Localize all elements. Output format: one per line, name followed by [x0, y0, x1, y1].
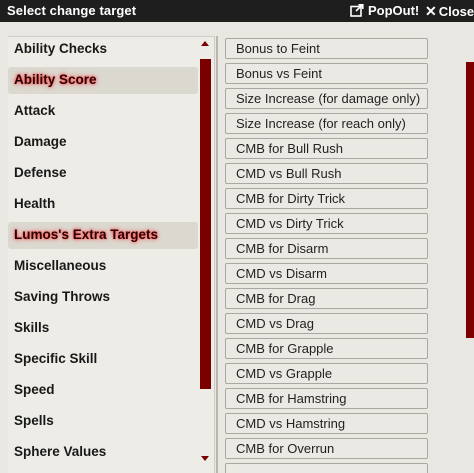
category-item[interactable]: Defense — [8, 160, 198, 187]
dialog-header: Select change target PopOut! ✕ Close — [0, 0, 474, 22]
target-option-button[interactable]: CMB for Hamstring — [225, 388, 428, 409]
dialog-title: Select change target — [7, 3, 137, 18]
category-scroll-up-icon[interactable] — [201, 41, 209, 46]
category-item[interactable]: Spells — [8, 408, 198, 435]
category-item-label: Miscellaneous — [14, 258, 107, 273]
target-option-button[interactable]: CMD vs Drag — [225, 313, 428, 334]
target-option-button[interactable]: CMD vs Bull Rush — [225, 163, 428, 184]
dialog-body: Ability Checks Ability Score Attack Damage D… — [0, 22, 474, 473]
popout-icon — [350, 4, 364, 17]
target-option-label: CMB for Disarm — [236, 241, 329, 256]
category-item[interactable]: Lumos's Extra Targets — [8, 222, 198, 249]
target-option-button[interactable] — [225, 463, 428, 473]
category-item[interactable]: Sphere Values — [8, 439, 198, 466]
select-change-target-dialog: Select change target PopOut! ✕ Close Abil… — [0, 0, 474, 473]
popout-label: PopOut! — [368, 3, 420, 18]
target-list: Bonus to Feint Bonus vs Feint Size Increas… — [225, 38, 459, 473]
target-option-button[interactable]: Bonus to Feint — [225, 38, 428, 59]
category-item[interactable]: Ability Checks — [8, 36, 198, 63]
target-option-label: CMB for Hamstring — [236, 391, 347, 406]
category-item-label: Skills — [14, 320, 50, 335]
target-option-label: Bonus vs Feint — [236, 66, 322, 81]
target-option-button[interactable]: Size Increase (for reach only) — [225, 113, 428, 134]
target-option-button[interactable]: Bonus vs Feint — [225, 63, 428, 84]
category-item[interactable]: Damage — [8, 129, 198, 156]
target-option-label: CMD vs Grapple — [236, 366, 333, 381]
category-item-label: Damage — [14, 134, 67, 149]
target-option-button[interactable]: CMB for Disarm — [225, 238, 428, 259]
category-item-label: Attack — [14, 103, 56, 118]
target-option-button[interactable]: CMD vs Disarm — [225, 263, 428, 284]
target-option-label: CMD vs Hamstring — [236, 416, 346, 431]
category-item-label: Ability Checks — [14, 41, 108, 56]
target-option-label: Size Increase (for damage only) — [236, 91, 421, 106]
target-option-button[interactable]: CMB for Grapple — [225, 338, 428, 359]
category-item[interactable]: Miscellaneous — [8, 253, 198, 280]
category-list: Ability Checks Ability Score Attack Damage D… — [8, 36, 215, 473]
target-option-label: CMD vs Bull Rush — [236, 166, 342, 181]
category-item-label: Spells — [14, 413, 54, 428]
category-item-label: Defense — [14, 165, 67, 180]
pane-divider — [216, 36, 218, 473]
close-icon: ✕ — [425, 3, 437, 19]
target-option-label: CMB for Grapple — [236, 341, 334, 356]
category-item-label: Health — [14, 196, 56, 211]
category-item-label: Sphere Values — [14, 444, 107, 459]
target-option-label: CMD vs Dirty Trick — [236, 216, 344, 231]
target-option-label: Size Increase (for reach only) — [236, 116, 406, 131]
target-option-button[interactable]: CMB for Dirty Trick — [225, 188, 428, 209]
category-item[interactable]: Saving Throws — [8, 284, 198, 311]
category-item[interactable]: Ability Score — [8, 67, 198, 94]
target-option-button[interactable]: CMD vs Hamstring — [225, 413, 428, 434]
category-scrollbar-thumb[interactable] — [200, 59, 211, 389]
target-option-label: CMD vs Drag — [236, 316, 315, 331]
target-option-button[interactable]: CMB for Bull Rush — [225, 138, 428, 159]
category-item[interactable]: Skills — [8, 315, 198, 342]
category-item[interactable]: Health — [8, 191, 198, 218]
target-option-label: CMB for Drag — [236, 291, 316, 306]
close-button[interactable]: ✕ Close — [425, 3, 474, 20]
target-option-label: CMB for Overrun — [236, 441, 335, 456]
category-item[interactable]: Attack — [8, 98, 198, 125]
target-option-button[interactable]: Size Increase (for damage only) — [225, 88, 428, 109]
target-option-label: CMB for Bull Rush — [236, 141, 343, 156]
category-item-label: Saving Throws — [14, 289, 111, 304]
target-scrollbar-thumb[interactable] — [466, 62, 474, 338]
target-option-button[interactable]: CMD vs Dirty Trick — [225, 213, 428, 234]
category-scroll-down-icon[interactable] — [201, 456, 209, 461]
target-option-button[interactable]: CMB for Drag — [225, 288, 428, 309]
target-option-button[interactable]: CMD vs Grapple — [225, 363, 428, 384]
category-item[interactable]: Speed — [8, 377, 198, 404]
target-option-label: CMD vs Disarm — [236, 266, 327, 281]
target-option-label: CMB for Dirty Trick — [236, 191, 346, 206]
target-option-label: Bonus to Feint — [236, 41, 320, 56]
target-option-button[interactable]: CMB for Overrun — [225, 438, 428, 459]
category-item-label: Specific Skill — [14, 351, 98, 366]
close-label: Close — [438, 4, 474, 19]
category-item-label: Speed — [14, 382, 55, 397]
category-item-label: Ability Score — [14, 72, 97, 87]
category-item[interactable]: Specific Skill — [8, 346, 198, 373]
category-item-label: Lumos's Extra Targets — [14, 227, 159, 242]
